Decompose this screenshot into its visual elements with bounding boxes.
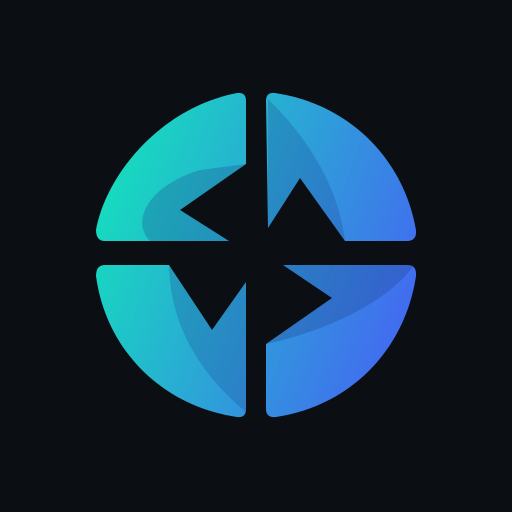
logo-quadrant-top-left	[96, 92, 246, 242]
app-icon-canvas	[0, 0, 512, 512]
logo-quadrant-bottom-right	[266, 265, 417, 418]
logo-quadrant-top-right	[266, 92, 417, 242]
logo-quadrant-bottom-left	[96, 265, 246, 418]
circular-quadrant-arrows-logo-icon	[96, 92, 417, 418]
